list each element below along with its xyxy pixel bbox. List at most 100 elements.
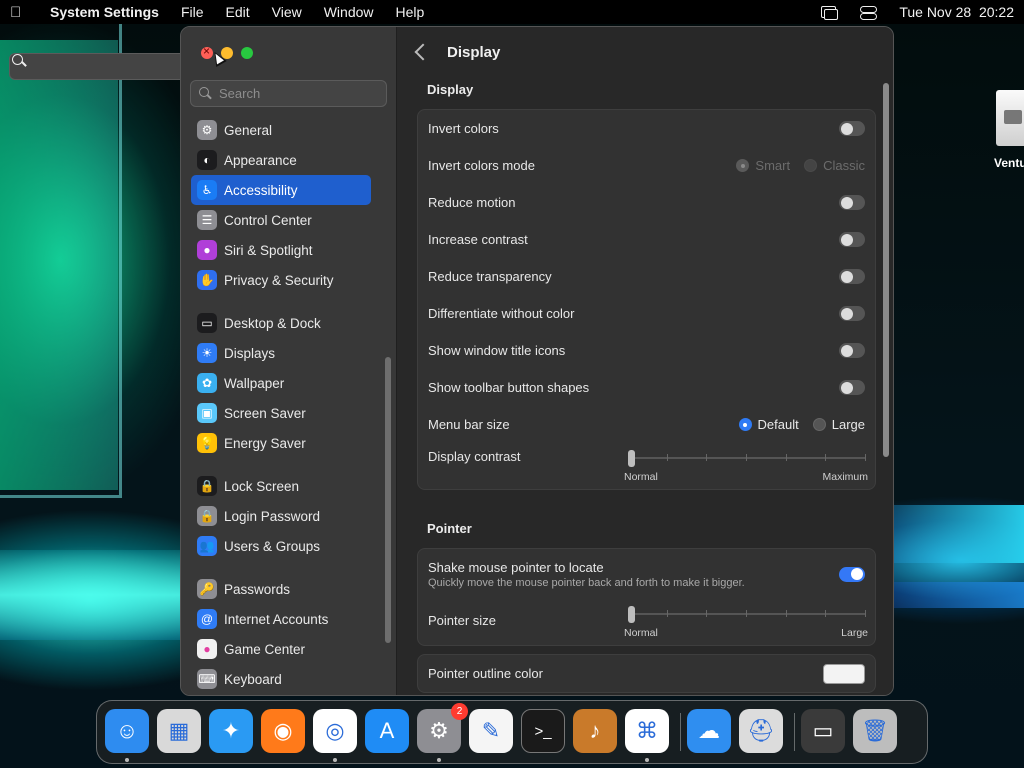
invert-colors-row: Invert colors — [418, 110, 875, 147]
slider-tick — [746, 454, 747, 461]
sidebar-item-label: Privacy & Security — [224, 272, 334, 288]
launchpad-icon[interactable]: ▦ — [157, 709, 201, 753]
pointer-size-slider[interactable]: Normal Large — [624, 606, 868, 639]
sidebar-item-label: Energy Saver — [224, 435, 306, 451]
invert-colors-toggle[interactable] — [839, 121, 865, 136]
gear-icon[interactable]: ⚙ 2 — [417, 703, 468, 753]
finder-icon[interactable]: ☺ — [105, 709, 149, 753]
slider-tick — [667, 610, 668, 617]
sidebar-item-passwords[interactable]: 🔑 Passwords — [191, 574, 386, 604]
desktop-volume[interactable]: Ventur — [994, 90, 1024, 170]
menu-file[interactable]: File — [181, 4, 204, 20]
slider-min-label: Normal — [624, 471, 658, 483]
sidebar-item-lock-screen[interactable]: 🔒 Lock Screen — [191, 471, 386, 501]
sidebar-item-label: Appearance — [224, 152, 297, 168]
page-title: Display — [447, 43, 501, 61]
guitar-icon[interactable]: ♪ — [573, 709, 617, 753]
firefox-icon[interactable]: ◉ — [261, 709, 305, 753]
sidebar-item-users-groups[interactable]: 👥 Users & Groups — [191, 531, 386, 561]
slider-min-label: Normal — [624, 627, 658, 639]
menu-edit[interactable]: Edit — [226, 4, 250, 20]
menu-help[interactable]: Help — [396, 4, 425, 20]
sidebar-item-accessibility[interactable]: ♿ Accessibility — [191, 175, 371, 205]
chrome-icon[interactable]: ◎ — [313, 709, 357, 753]
main-pane: Display Display Invert colors Invert colo… — [397, 27, 893, 695]
shake-pointer-label: Shake mouse pointer to locate — [428, 559, 604, 575]
slider-track — [628, 457, 866, 459]
users-icon: 👥 — [197, 536, 217, 556]
hard-drive-icon — [996, 90, 1024, 146]
sidebar-item-label: Users & Groups — [224, 538, 321, 554]
differentiate-without-color-toggle[interactable] — [839, 306, 865, 321]
back-chevron-icon[interactable] — [414, 43, 432, 61]
sidebar-item-keyboard[interactable]: ⌨ Keyboard — [191, 664, 386, 694]
running-indicator — [437, 758, 441, 762]
slider-thumb[interactable] — [628, 606, 635, 623]
textedit-icon[interactable]: ✎ — [469, 709, 513, 753]
display-contrast-slider[interactable]: Normal Maximum — [624, 450, 868, 483]
dock-separator — [794, 713, 795, 751]
sidebar-item-appearance[interactable]: ◐ Appearance — [191, 145, 386, 175]
search-input[interactable] — [219, 86, 379, 101]
running-indicator — [333, 758, 337, 762]
disk-utility-icon[interactable]: ⛑ — [739, 709, 783, 753]
control-center-icon[interactable] — [859, 5, 878, 20]
lock-icon: 🔒 — [197, 506, 217, 526]
trash-icon[interactable]: 🗑 — [853, 709, 897, 753]
show-toolbar-button-shapes-toggle[interactable] — [839, 380, 865, 395]
reduce-transparency-toggle[interactable] — [839, 269, 865, 284]
sidebar-scrollbar[interactable] — [385, 357, 391, 643]
show-window-title-icons-toggle[interactable] — [839, 343, 865, 358]
spotlight-icon[interactable] — [9, 53, 206, 80]
running-indicator — [125, 758, 129, 762]
increase-contrast-toggle[interactable] — [839, 232, 865, 247]
search-field[interactable] — [190, 80, 387, 107]
sidebar-item-displays[interactable]: ☀ Displays — [191, 338, 386, 368]
appearance-icon: ◐ — [197, 150, 217, 170]
icloud-icon[interactable]: ☁ — [687, 709, 731, 753]
apple-menu-icon[interactable]:  — [10, 4, 36, 21]
sidebar-item-game-center[interactable]: ● Game Center — [191, 634, 386, 664]
pointer-size-label: Pointer size — [428, 613, 496, 628]
reduce-motion-toggle[interactable] — [839, 195, 865, 210]
sidebar-item-general[interactable]: ⚙ General — [191, 115, 386, 145]
shake-pointer-toggle[interactable] — [839, 566, 865, 582]
radio-large[interactable]: Large — [812, 417, 865, 432]
key-icon: 🔑 — [197, 579, 217, 599]
sidebar-item-wallpaper[interactable]: ✿ Wallpaper — [191, 368, 386, 398]
radio-default[interactable]: Default — [738, 417, 799, 432]
app-menu[interactable]: System Settings — [50, 4, 159, 20]
dock: ☺ ▦ ✦ ◉ ◎ A ⚙ 2 ✎ >_ ♪ ⌘ ☁ ⛑ ▭ 🗑 — [96, 700, 928, 764]
running-indicator — [645, 758, 649, 762]
slider-thumb[interactable] — [628, 450, 635, 467]
gear-icon: ⚙ — [197, 120, 217, 140]
menu-view[interactable]: View — [272, 4, 302, 20]
terminal-icon[interactable]: >_ — [521, 709, 565, 753]
sidebar-item-desktop-dock[interactable]: ▭ Desktop & Dock — [191, 308, 386, 338]
app-store-icon[interactable]: A — [365, 709, 409, 753]
sidebar-item-energy-saver[interactable]: 💡 Energy Saver — [191, 428, 386, 458]
slider-tick — [786, 610, 787, 617]
pointer-outline-color-well[interactable] — [823, 663, 865, 684]
dock-separator — [680, 713, 681, 751]
pointer-size-row: Pointer size Normal Large — [418, 599, 875, 645]
invert-colors-mode-label: Invert colors mode — [428, 158, 535, 173]
sidebar-item-login-password[interactable]: 🔒 Login Password — [191, 501, 386, 531]
menu-clock[interactable]: Tue Nov 28 20:22 — [899, 4, 1014, 20]
vscode-icon[interactable]: ⌘ — [625, 709, 669, 753]
zoom-button[interactable] — [241, 47, 253, 59]
sidebar-item-control-center[interactable]: ☰ Control Center — [191, 205, 386, 235]
sidebar-item-internet-accounts[interactable]: @ Internet Accounts — [191, 604, 386, 634]
window-icon[interactable]: ▭ — [801, 709, 845, 753]
sidebar-item-siri-spotlight[interactable]: ● Siri & Spotlight — [191, 235, 386, 265]
display-section-heading: Display — [427, 82, 474, 97]
reduce-motion-row: Reduce motion — [418, 184, 875, 221]
safari-icon[interactable]: ✦ — [209, 709, 253, 753]
slider-max-label: Large — [841, 627, 868, 639]
screen-mirroring-icon[interactable] — [819, 5, 839, 20]
menu-window[interactable]: Window — [324, 4, 374, 20]
main-scrollbar[interactable] — [883, 83, 889, 457]
sidebar-item-screen-saver[interactable]: ▣ Screen Saver — [191, 398, 386, 428]
wallpaper-icon: ✿ — [197, 373, 217, 393]
sidebar-item-privacy-security[interactable]: ✋ Privacy & Security — [191, 265, 386, 295]
